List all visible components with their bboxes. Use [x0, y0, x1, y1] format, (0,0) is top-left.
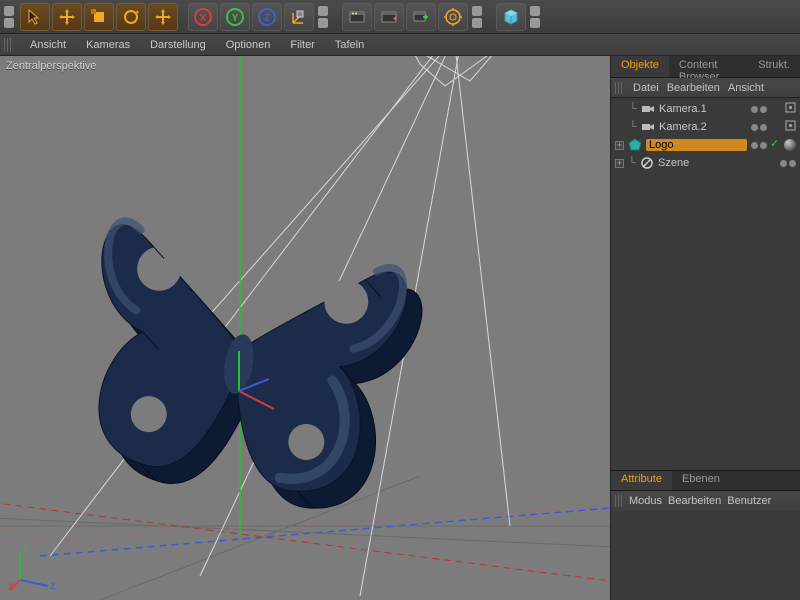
om-menu-bearbeiten[interactable]: Bearbeiten [667, 82, 720, 94]
tree-row-kamera2[interactable]: └ Kamera.2 [611, 118, 800, 136]
camera-icon [641, 120, 655, 134]
render-settings-icon[interactable] [406, 3, 436, 31]
main-toolbar: X Y Z [0, 0, 800, 34]
z-lock[interactable]: Z [252, 3, 282, 31]
viewport-scene [0, 56, 610, 600]
enable-check-icon[interactable] [771, 140, 781, 150]
vp-menu-ansicht[interactable]: Ansicht [22, 37, 74, 53]
svg-text:X: X [8, 582, 14, 592]
attr-menu-modus[interactable]: Modus [629, 495, 662, 507]
vp-menu-kameras[interactable]: Kameras [78, 37, 138, 53]
x-lock[interactable]: X [188, 3, 218, 31]
visibility-dots[interactable] [751, 124, 767, 131]
svg-text:Z: Z [50, 581, 56, 591]
grip-icon[interactable] [615, 82, 623, 94]
tree-label: Logo [646, 139, 747, 151]
tab-ebenen[interactable]: Ebenen [672, 471, 730, 490]
y-lock[interactable]: Y [220, 3, 250, 31]
tree-label: Kamera.1 [659, 103, 747, 115]
svg-text:Y: Y [23, 543, 29, 553]
attribute-menu: Modus Bearbeiten Benutzer [611, 491, 800, 511]
move-tool[interactable] [52, 3, 82, 31]
camera-icon [641, 102, 655, 116]
toggle-stack-2[interactable] [318, 6, 332, 28]
null-icon [640, 156, 654, 170]
attribute-panel: Attribute Ebenen Modus Bearbeiten Benutz… [611, 470, 800, 600]
render-queue-icon[interactable] [438, 3, 468, 31]
tree-row-logo[interactable]: + Logo [611, 136, 800, 154]
object-manager-menu: Datei Bearbeiten Ansicht [611, 78, 800, 98]
attribute-body [611, 511, 800, 600]
tree-label: Kamera.2 [659, 121, 747, 133]
viewport-menubar: Ansicht Kameras Darstellung Optionen Fil… [0, 34, 800, 56]
primitive-cube-icon[interactable] [496, 3, 526, 31]
visibility-dots[interactable] [751, 106, 767, 113]
main-split: Zentralperspektive [0, 56, 800, 600]
toggle-stack-4[interactable] [530, 6, 544, 28]
svg-text:X: X [200, 13, 207, 24]
right-panel: Objekte Content Browser Strukt. Datei Be… [610, 56, 800, 600]
om-menu-ansicht[interactable]: Ansicht [728, 82, 764, 94]
material-tag-icon[interactable] [784, 139, 796, 151]
coord-system-icon[interactable] [284, 3, 314, 31]
target-icon[interactable] [785, 102, 796, 116]
tree-row-kamera1[interactable]: └ Kamera.1 [611, 100, 800, 118]
attr-menu-benutzer[interactable]: Benutzer [727, 495, 771, 507]
toggle-stack-3[interactable] [472, 6, 486, 28]
om-menu-datei[interactable]: Datei [633, 82, 659, 94]
vp-menu-optionen[interactable]: Optionen [218, 37, 279, 53]
object-manager-tabs: Objekte Content Browser Strukt. [611, 56, 800, 78]
world-axis-widget: Y Z X [8, 542, 58, 592]
select-tool[interactable] [20, 3, 50, 31]
tab-content-browser[interactable]: Content Browser [669, 56, 748, 77]
visibility-dots[interactable] [751, 142, 767, 149]
target-icon[interactable] [785, 120, 796, 134]
tab-attribute[interactable]: Attribute [611, 471, 672, 490]
expand-icon[interactable]: + [615, 141, 624, 150]
svg-text:Y: Y [232, 13, 239, 24]
grip-icon[interactable] [615, 495, 623, 507]
rotate-tool[interactable] [116, 3, 146, 31]
tab-struktur[interactable]: Strukt. [748, 56, 800, 77]
svg-text:Z: Z [264, 13, 270, 24]
scale-tool[interactable] [84, 3, 114, 31]
last-tool[interactable] [148, 3, 178, 31]
polygon-icon [628, 138, 642, 152]
tree-row-szene[interactable]: + └ Szene [611, 154, 800, 172]
render-view-icon[interactable] [342, 3, 372, 31]
object-tree[interactable]: └ Kamera.1 └ Kamera.2 [611, 98, 800, 470]
visibility-dots[interactable] [780, 160, 796, 167]
vp-menu-filter[interactable]: Filter [282, 37, 322, 53]
tree-label: Szene [658, 157, 776, 169]
viewport-3d[interactable]: Zentralperspektive [0, 56, 610, 600]
attr-menu-bearbeiten[interactable]: Bearbeiten [668, 495, 721, 507]
vp-menu-tafeln[interactable]: Tafeln [327, 37, 372, 53]
attribute-tabs: Attribute Ebenen [611, 471, 800, 491]
render-picture-icon[interactable] [374, 3, 404, 31]
expand-icon[interactable]: + [615, 159, 624, 168]
vp-menu-darstellung[interactable]: Darstellung [142, 37, 214, 53]
undo-redo-stack[interactable] [4, 6, 18, 28]
grip-icon[interactable] [4, 38, 12, 52]
tab-objekte[interactable]: Objekte [611, 56, 669, 77]
